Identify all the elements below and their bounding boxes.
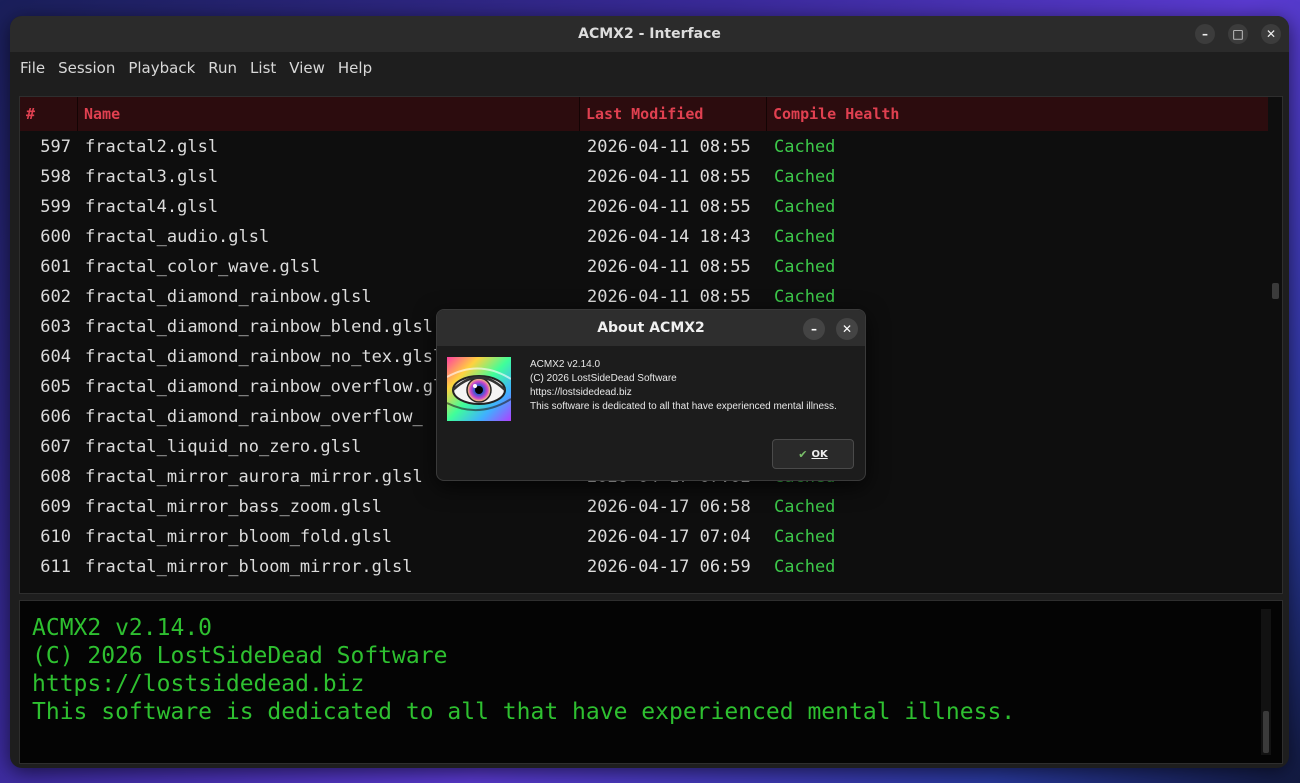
row-number: 598 — [40, 167, 71, 187]
table-row[interactable]: 610 fractal_mirror_bloom_fold.glsl 2026-04… — [20, 522, 1268, 552]
header-compile-health[interactable]: Compile Health — [773, 97, 899, 131]
shader-name: fractal_diamond_rainbow_overflow.glsl — [85, 377, 464, 397]
shader-name: fractal_liquid_no_zero.glsl — [85, 437, 362, 457]
header-divider — [766, 97, 767, 131]
menu-file[interactable]: File — [20, 59, 56, 77]
compile-health: Cached — [774, 287, 836, 307]
header-num[interactable]: # — [26, 97, 35, 131]
console-line: ACMX2 v2.14.0 — [32, 615, 213, 641]
about-minimize-button[interactable]: – — [803, 318, 825, 340]
about-dedication: This software is dedicated to all that h… — [530, 401, 837, 412]
about-title: About ACMX2 — [597, 320, 705, 336]
row-number: 607 — [40, 437, 71, 457]
row-number: 611 — [40, 557, 71, 577]
row-number: 609 — [40, 497, 71, 517]
header-last-modified[interactable]: Last Modified — [586, 97, 703, 131]
eye-logo-icon — [447, 357, 511, 421]
shader-name: fractal_mirror_bloom_mirror.glsl — [85, 557, 413, 577]
list-scrollbar[interactable] — [1272, 283, 1279, 299]
shader-name: fractal2.glsl — [85, 137, 219, 157]
row-number: 605 — [40, 377, 71, 397]
window-title: ACMX2 - Interface — [578, 26, 721, 42]
table-row[interactable]: 598 fractal3.glsl 2026-04-11 08:55 Cached — [20, 162, 1268, 192]
ok-button[interactable]: ✔ OK — [772, 439, 854, 469]
title-bar[interactable]: ACMX2 - Interface – □ ✕ — [10, 16, 1289, 52]
header-divider — [77, 97, 78, 131]
row-number: 600 — [40, 227, 71, 247]
menu-list[interactable]: List — [250, 59, 287, 77]
table-row[interactable]: 609 fractal_mirror_bass_zoom.glsl 2026-04-… — [20, 492, 1268, 522]
last-modified: 2026-04-11 08:55 — [587, 197, 751, 217]
minimize-button[interactable]: – — [1195, 24, 1215, 44]
console-scrollbar[interactable] — [1263, 711, 1269, 753]
last-modified: 2026-04-11 08:55 — [587, 167, 751, 187]
row-number: 602 — [40, 287, 71, 307]
console-line: This software is dedicated to all that h… — [32, 699, 1016, 725]
ok-button-label: OK — [811, 448, 828, 460]
menu-session[interactable]: Session — [58, 59, 126, 77]
shader-name: fractal_diamond_rainbow_blend.glsl — [85, 317, 433, 337]
last-modified: 2026-04-11 08:55 — [587, 137, 751, 157]
shader-name: fractal4.glsl — [85, 197, 219, 217]
compile-health: Cached — [774, 197, 836, 217]
header-divider — [579, 97, 580, 131]
last-modified: 2026-04-17 06:59 — [587, 557, 751, 577]
row-number: 610 — [40, 527, 71, 547]
table-row[interactable]: 602 fractal_diamond_rainbow.glsl 2026-04-1… — [20, 282, 1268, 312]
about-website: https://lostsidedead.biz — [530, 387, 632, 398]
row-number: 599 — [40, 197, 71, 217]
table-row[interactable]: 601 fractal_color_wave.glsl 2026-04-11 08:… — [20, 252, 1268, 282]
header-name[interactable]: Name — [84, 97, 120, 131]
compile-health: Cached — [774, 137, 836, 157]
shader-name: fractal_diamond_rainbow_overflow_ — [85, 407, 423, 427]
row-number: 604 — [40, 347, 71, 367]
shader-name: fractal_diamond_rainbow.glsl — [85, 287, 372, 307]
row-number: 603 — [40, 317, 71, 337]
table-row[interactable]: 599 fractal4.glsl 2026-04-11 08:55 Cached — [20, 192, 1268, 222]
about-text: ACMX2 v2.14.0 (C) 2026 LostSideDead Soft… — [530, 358, 837, 414]
table-row[interactable]: 600 fractal_audio.glsl 2026-04-14 18:43 Cac… — [20, 222, 1268, 252]
row-number: 606 — [40, 407, 71, 427]
last-modified: 2026-04-14 18:43 — [587, 227, 751, 247]
about-version: ACMX2 v2.14.0 — [530, 359, 601, 370]
row-number: 601 — [40, 257, 71, 277]
menu-view[interactable]: View — [289, 59, 336, 77]
last-modified: 2026-04-11 08:55 — [587, 287, 751, 307]
shader-name: fractal_audio.glsl — [85, 227, 270, 247]
table-row[interactable]: 597 fractal2.glsl 2026-04-11 08:55 Cached — [20, 132, 1268, 162]
compile-health: Cached — [774, 167, 836, 187]
checkmark-icon: ✔ — [798, 447, 808, 461]
shader-name: fractal_mirror_aurora_mirror.glsl — [85, 467, 423, 487]
menu-bar: File Session Playback Run List View Help — [10, 52, 1289, 84]
menu-playback[interactable]: Playback — [128, 59, 206, 77]
console-line: https://lostsidedead.biz — [32, 671, 365, 697]
about-close-button[interactable]: ✕ — [836, 318, 858, 340]
row-number: 608 — [40, 467, 71, 487]
shader-name: fractal_mirror_bass_zoom.glsl — [85, 497, 382, 517]
last-modified: 2026-04-17 07:04 — [587, 527, 751, 547]
about-title-bar[interactable]: About ACMX2 – ✕ — [437, 310, 865, 346]
shader-name: fractal_diamond_rainbow_no_tex.glsl — [85, 347, 444, 367]
compile-health: Cached — [774, 527, 836, 547]
maximize-button[interactable]: □ — [1228, 24, 1248, 44]
close-button[interactable]: ✕ — [1261, 24, 1281, 44]
menu-help[interactable]: Help — [338, 59, 383, 77]
compile-health: Cached — [774, 557, 836, 577]
last-modified: 2026-04-11 08:55 — [587, 257, 751, 277]
compile-health: Cached — [774, 497, 836, 517]
list-header: # Name Last Modified Compile Health — [20, 97, 1268, 131]
shader-name: fractal_color_wave.glsl — [85, 257, 321, 277]
about-dialog: About ACMX2 – ✕ ACMX2 v2.14.0 (C) 2026 L… — [436, 309, 866, 481]
compile-health: Cached — [774, 227, 836, 247]
last-modified: 2026-04-17 06:58 — [587, 497, 751, 517]
shader-name: fractal_mirror_bloom_fold.glsl — [85, 527, 393, 547]
row-number: 597 — [40, 137, 71, 157]
compile-health: Cached — [774, 257, 836, 277]
shader-name: fractal3.glsl — [85, 167, 219, 187]
console-line: (C) 2026 LostSideDead Software — [32, 643, 448, 669]
console-output[interactable]: ACMX2 v2.14.0 (C) 2026 LostSideDead Soft… — [19, 600, 1283, 764]
table-row[interactable]: 611 fractal_mirror_bloom_mirror.glsl 2026-… — [20, 552, 1268, 582]
about-copyright: (C) 2026 LostSideDead Software — [530, 373, 677, 384]
menu-run[interactable]: Run — [208, 59, 248, 77]
